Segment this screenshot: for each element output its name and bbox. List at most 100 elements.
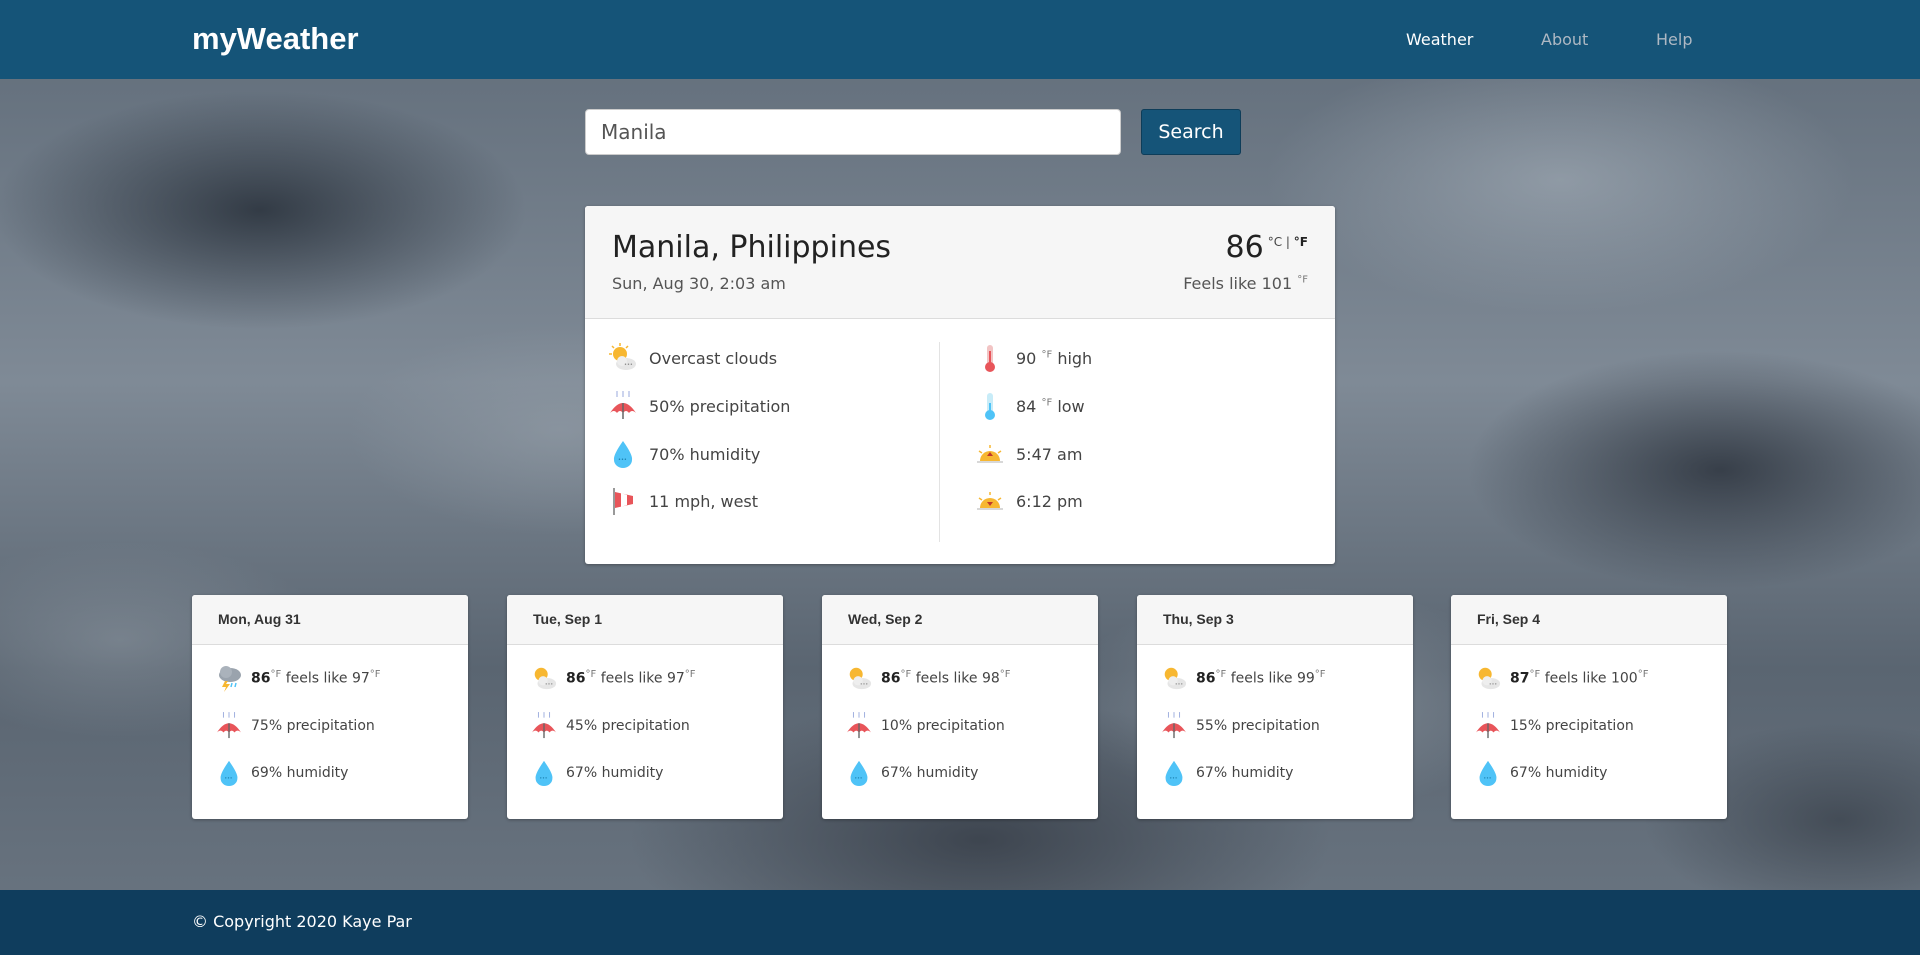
forecast-temp-text: 86°F feels like 99°F [1196,669,1326,687]
wind-text: 11 mph, west [649,491,759,511]
svg-text:•••: ••• [1489,682,1497,687]
forecast-feels: 98 [981,670,1000,687]
nav-weather-link[interactable]: Weather [1406,30,1473,49]
feels-like-label: Feels like [1183,274,1257,293]
nav-help-link[interactable]: Help [1656,30,1692,49]
svg-text:•••: ••• [1483,777,1491,782]
forecast-feels: 97 [666,670,685,687]
brand-logo[interactable]: myWeather [192,21,359,57]
celsius-toggle[interactable]: °C [1268,235,1282,249]
low-temp-unit: °F [1041,397,1053,409]
humidity-drop-icon: ••• [531,758,557,788]
forecast-temp: 87 [1510,670,1530,687]
condition-text: Overcast clouds [649,348,778,368]
forecast-precip-row: 45% precipitation [531,711,690,741]
forecast-precip: 10% precipitation [881,718,1005,734]
thermometer-hot-icon [976,342,1004,374]
unit-separator: | [1285,235,1290,249]
partly-cloudy-icon: ••• [846,663,872,693]
condition-row: ••• Overcast clouds [609,342,777,374]
current-temp-value: 86 [1225,230,1264,265]
high-temp-value: 90 [1016,348,1037,368]
forecast-card: Mon, Aug 31 86°F feels like 97°F 75% pre… [192,595,468,819]
thunderstorm-icon [216,663,242,693]
current-weather-header: Manila, Philippines Sun, Aug 30, 2:03 am… [585,206,1335,319]
forecast-card: Fri, Sep 4 ••• 87°F feels like 100°F 15%… [1451,595,1727,819]
feels-like-unit: °F [1297,274,1308,286]
details-divider [939,342,940,542]
forecast-feels: 97 [351,670,370,687]
forecast-temp-unit: °F [1529,669,1541,681]
svg-text:•••: ••• [1175,682,1183,687]
umbrella-icon [609,390,637,422]
forecast-feels-unit: °F [369,669,381,681]
wind-row: 11 mph, west [609,485,758,517]
forecast-humidity: 67% humidity [1510,765,1608,781]
forecast-temp-text: 86°F feels like 97°F [566,669,696,687]
thermometer-cold-icon [976,390,1004,422]
partly-cloudy-icon: ••• [609,342,637,374]
forecast-humidity-row: ••• 67% humidity [846,758,978,788]
svg-text:•••: ••• [854,777,862,782]
forecast-temp: 86 [566,670,586,687]
precipitation-text: 50% precipitation [649,396,791,416]
forecast-card: Wed, Sep 2 ••• 86°F feels like 98°F 10% … [822,595,1098,819]
forecast-humidity: 67% humidity [881,765,979,781]
forecast-temp: 86 [881,670,901,687]
local-datetime: Sun, Aug 30, 2:03 am [612,274,786,293]
forecast-precip-row: 75% precipitation [216,711,375,741]
partly-cloudy-icon: ••• [531,663,557,693]
svg-text:•••: ••• [618,457,627,463]
city-search-input[interactable] [585,109,1121,155]
high-temp-label: high [1057,348,1093,368]
forecast-humidity-row: ••• 67% humidity [1475,758,1607,788]
forecast-temp-text: 86°F feels like 97°F [251,669,381,687]
umbrella-icon [846,711,872,741]
sunset-row: 6:12 pm [976,485,1083,517]
forecast-card: Thu, Sep 3 ••• 86°F feels like 99°F 55% … [1137,595,1413,819]
forecast-precip: 45% precipitation [566,718,690,734]
humidity-drop-icon: ••• [1161,758,1187,788]
umbrella-icon [1475,711,1501,741]
humidity-text: 70% humidity [649,444,761,464]
umbrella-icon [531,711,557,741]
forecast-feels-unit: °F [1314,669,1326,681]
nav-about-link[interactable]: About [1541,30,1588,49]
precipitation-row: 50% precipitation [609,390,790,422]
humidity-row: ••• 70% humidity [609,438,760,470]
humidity-drop-icon: ••• [609,438,637,470]
forecast-temp-unit: °F [585,669,597,681]
humidity-drop-icon: ••• [1475,758,1501,788]
sunset-icon [976,485,1004,517]
sunset-text: 6:12 pm [1016,491,1083,511]
partly-cloudy-icon: ••• [1161,663,1187,693]
feels-like-text: Feels like 101 °F [1183,274,1308,293]
forecast-temp-unit: °F [900,669,912,681]
forecast-temp-text: 86°F feels like 98°F [881,669,1011,687]
svg-text:•••: ••• [1169,777,1177,782]
forecast-day: Tue, Sep 1 [507,595,783,645]
forecast-feels: 99 [1296,670,1315,687]
svg-text:•••: ••• [860,682,868,687]
low-temp-value: 84 [1016,396,1037,416]
forecast-temp: 86 [251,670,271,687]
forecast-humidity: 67% humidity [1196,765,1294,781]
high-temp-row: 90 °F high [976,342,1092,374]
low-temp-label: low [1057,396,1085,416]
forecast-temp-unit: °F [270,669,282,681]
forecast-day: Mon, Aug 31 [192,595,468,645]
search-button[interactable]: Search [1141,109,1241,155]
sunrise-text: 5:47 am [1016,444,1083,464]
fahrenheit-toggle[interactable]: °F [1294,235,1308,249]
current-temperature: 86 °C | °F [1226,230,1308,265]
forecast-humidity-row: ••• 69% humidity [216,758,348,788]
top-navbar: myWeather Weather About Help [0,0,1920,79]
copyright-text: © Copyright 2020 Kaye Par [192,912,412,931]
low-temp-text: 84 °F low [1016,397,1085,416]
forecast-day: Thu, Sep 3 [1137,595,1413,645]
forecast-feels-label: feels like [1230,670,1293,687]
svg-text:•••: ••• [624,362,633,368]
forecast-precip-row: 10% precipitation [846,711,1005,741]
forecast-temp-row: ••• 86°F feels like 99°F [1161,663,1326,693]
svg-text:•••: ••• [224,777,232,782]
